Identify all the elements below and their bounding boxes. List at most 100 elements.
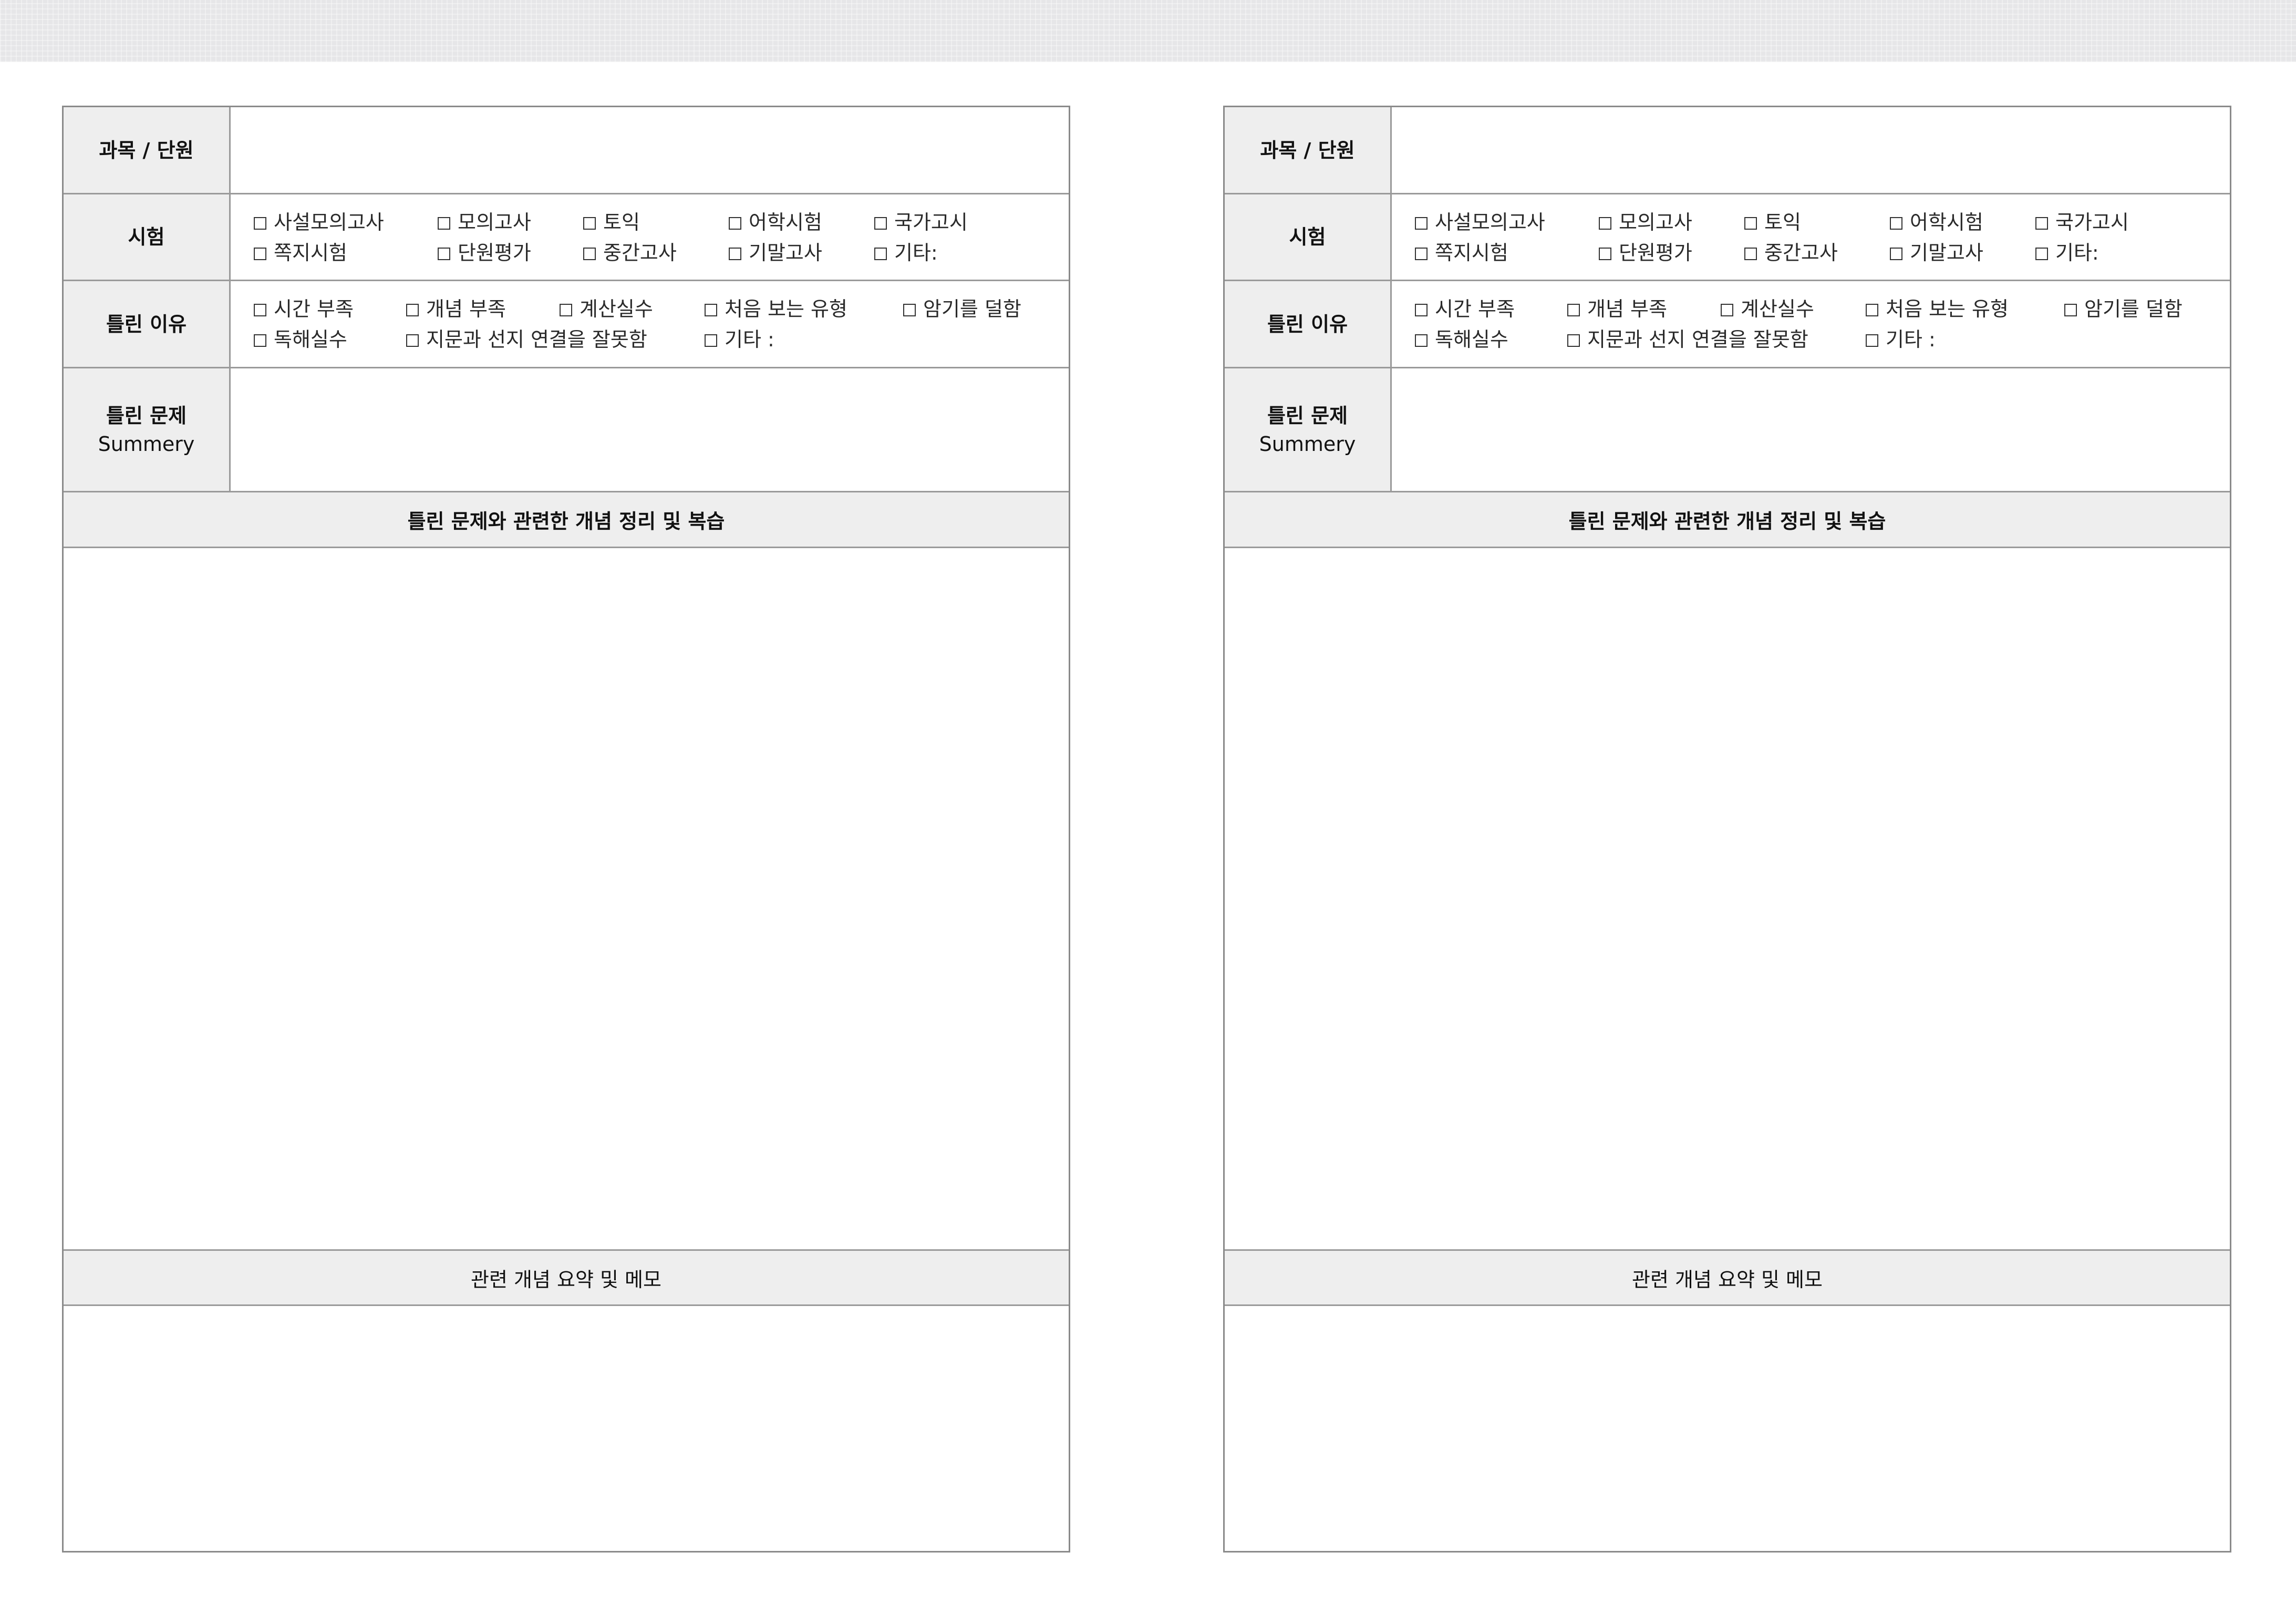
subject-label: 과목 / 단원 xyxy=(64,107,231,193)
exam-option-checkbox[interactable]: 기타: xyxy=(874,238,938,268)
summary-row: 틀린 문제 Summery xyxy=(64,368,1069,492)
checkbox-icon xyxy=(1567,304,1580,316)
summary-label-line2: Summery xyxy=(1259,432,1356,456)
exam-row: 시험 사설모의고사 모의고사 토익 어학시험 국가고시 쪽지시험 단원평가 중간… xyxy=(64,194,1069,281)
exam-option-checkbox[interactable]: 기타: xyxy=(2035,238,2099,268)
subject-row: 과목 / 단원 xyxy=(1225,107,2230,194)
checkbox-icon xyxy=(874,248,887,260)
checkbox-icon xyxy=(1567,334,1580,347)
concept-review-area[interactable] xyxy=(1225,548,2230,1249)
checkbox-icon xyxy=(2064,304,2077,316)
checkbox-icon xyxy=(729,217,741,230)
checkbox-icon xyxy=(1866,334,1878,347)
checkbox-icon xyxy=(1599,217,1611,230)
exam-option-checkbox[interactable]: 토익 xyxy=(583,207,640,238)
checkbox-icon xyxy=(406,304,419,316)
reason-option-checkbox[interactable]: 계산실수 xyxy=(1721,294,1814,324)
reason-row: 틀린 이유 시간 부족 개념 부족 계산실수 처음 보는 유형 암기를 덜함 독… xyxy=(64,281,1069,368)
exam-option-checkbox[interactable]: 기말고사 xyxy=(1890,238,1983,268)
concept-review-area[interactable] xyxy=(64,548,1069,1249)
reason-option-checkbox[interactable]: 계산실수 xyxy=(560,294,653,324)
checkbox-icon xyxy=(1721,304,1733,316)
exam-option-checkbox[interactable]: 단원평가 xyxy=(1599,238,1692,268)
subject-row: 과목 / 단원 xyxy=(64,107,1069,194)
exam-options: 사설모의고사 모의고사 토익 어학시험 국가고시 쪽지시험 단원평가 중간고사 … xyxy=(231,194,1069,280)
exam-option-checkbox[interactable]: 기말고사 xyxy=(729,238,822,268)
exam-option-checkbox[interactable]: 사설모의고사 xyxy=(254,207,384,238)
reason-options: 시간 부족 개념 부족 계산실수 처음 보는 유형 암기를 덜함 독해실수 지문… xyxy=(231,281,1069,367)
concept-section-header: 틀린 문제와 관련한 개념 정리 및 복습 xyxy=(1225,492,2230,548)
checkbox-icon xyxy=(1415,217,1428,230)
reason-option-checkbox[interactable]: 암기를 덜함 xyxy=(903,294,1021,324)
exam-option-checkbox[interactable]: 단원평가 xyxy=(438,238,531,268)
concept-section-header: 틀린 문제와 관련한 개념 정리 및 복습 xyxy=(64,492,1069,548)
memo-area[interactable] xyxy=(1225,1306,2230,1551)
checkbox-icon xyxy=(1890,217,1902,230)
reason-option-checkbox[interactable]: 개념 부족 xyxy=(406,294,506,324)
summary-field[interactable] xyxy=(1392,368,2230,491)
exam-option-checkbox[interactable]: 사설모의고사 xyxy=(1415,207,1545,238)
exam-options: 사설모의고사 모의고사 토익 어학시험 국가고시 쪽지시험 단원평가 중간고사 … xyxy=(1392,194,2230,280)
exam-option-checkbox[interactable]: 국가고시 xyxy=(874,207,968,238)
top-decorative-band xyxy=(0,0,2296,62)
summary-label: 틀린 문제 Summery xyxy=(1225,368,1392,491)
checkbox-icon xyxy=(1866,304,1878,316)
reason-option-checkbox[interactable]: 암기를 덜함 xyxy=(2064,294,2183,324)
exam-row: 시험 사설모의고사 모의고사 토익 어학시험 국가고시 쪽지시험 단원평가 중간… xyxy=(1225,194,2230,281)
exam-option-checkbox[interactable]: 국가고시 xyxy=(2035,207,2129,238)
reason-option-checkbox[interactable]: 시간 부족 xyxy=(1415,294,1515,324)
checkbox-icon xyxy=(1744,248,1757,260)
subject-label: 과목 / 단원 xyxy=(1225,107,1392,193)
summary-label-line1: 틀린 문제 xyxy=(1267,404,1348,427)
exam-option-checkbox[interactable]: 모의고사 xyxy=(438,207,531,238)
checkbox-icon xyxy=(583,248,596,260)
reason-option-checkbox[interactable]: 지문과 선지 연결을 잘못함 xyxy=(1567,324,1808,355)
summary-label-line2: Summery xyxy=(98,432,195,456)
checkbox-icon xyxy=(729,248,741,260)
exam-option-checkbox[interactable]: 쪽지시험 xyxy=(1415,238,1508,268)
exam-option-checkbox[interactable]: 쪽지시험 xyxy=(254,238,347,268)
exam-option-checkbox[interactable]: 중간고사 xyxy=(1744,238,1838,268)
checkbox-icon xyxy=(254,334,266,347)
note-sheet-right: 과목 / 단원 시험 사설모의고사 모의고사 토익 어학시험 국가고시 쪽지시험… xyxy=(1223,106,2231,1553)
checkbox-icon xyxy=(254,248,266,260)
exam-option-checkbox[interactable]: 토익 xyxy=(1744,207,1801,238)
exam-label: 시험 xyxy=(1225,194,1392,280)
subject-field[interactable] xyxy=(1392,107,2230,193)
reason-option-checkbox[interactable]: 독해실수 xyxy=(1415,324,1508,355)
checkbox-icon xyxy=(1415,248,1428,260)
checkbox-icon xyxy=(874,217,887,230)
exam-option-checkbox[interactable]: 어학시험 xyxy=(1890,207,1983,238)
exam-option-checkbox[interactable]: 어학시험 xyxy=(729,207,822,238)
reason-row: 틀린 이유 시간 부족 개념 부족 계산실수 처음 보는 유형 암기를 덜함 독… xyxy=(1225,281,2230,368)
checkbox-icon xyxy=(254,304,266,316)
checkbox-icon xyxy=(705,304,717,316)
reason-option-checkbox[interactable]: 개념 부족 xyxy=(1567,294,1667,324)
memo-section-header: 관련 개념 요약 및 메모 xyxy=(1225,1249,2230,1306)
reason-option-checkbox[interactable]: 처음 보는 유형 xyxy=(705,294,847,324)
checkbox-icon xyxy=(438,248,450,260)
exam-option-checkbox[interactable]: 중간고사 xyxy=(583,238,677,268)
subject-field[interactable] xyxy=(231,107,1069,193)
reason-option-checkbox[interactable]: 지문과 선지 연결을 잘못함 xyxy=(406,324,647,355)
reason-option-checkbox[interactable]: 독해실수 xyxy=(254,324,347,355)
exam-option-checkbox[interactable]: 모의고사 xyxy=(1599,207,1692,238)
summary-field[interactable] xyxy=(231,368,1069,491)
checkbox-icon xyxy=(254,217,266,230)
summary-label-line1: 틀린 문제 xyxy=(106,404,187,427)
reason-label: 틀린 이유 xyxy=(64,281,231,367)
reason-option-checkbox[interactable]: 처음 보는 유형 xyxy=(1866,294,2009,324)
memo-area[interactable] xyxy=(64,1306,1069,1551)
checkbox-icon xyxy=(560,304,572,316)
checkbox-icon xyxy=(2035,248,2048,260)
summary-row: 틀린 문제 Summery xyxy=(1225,368,2230,492)
checkbox-icon xyxy=(1415,334,1428,347)
reason-options: 시간 부족 개념 부족 계산실수 처음 보는 유형 암기를 덜함 독해실수 지문… xyxy=(1392,281,2230,367)
reason-option-checkbox[interactable]: 기타 : xyxy=(705,324,774,355)
checkbox-icon xyxy=(1744,217,1757,230)
note-sheet-left: 과목 / 단원 시험 사설모의고사 모의고사 토익 어학시험 국가고시 쪽지시험… xyxy=(62,106,1070,1553)
reason-option-checkbox[interactable]: 시간 부족 xyxy=(254,294,354,324)
reason-label: 틀린 이유 xyxy=(1225,281,1392,367)
reason-option-checkbox[interactable]: 기타 : xyxy=(1866,324,1936,355)
exam-label: 시험 xyxy=(64,194,231,280)
